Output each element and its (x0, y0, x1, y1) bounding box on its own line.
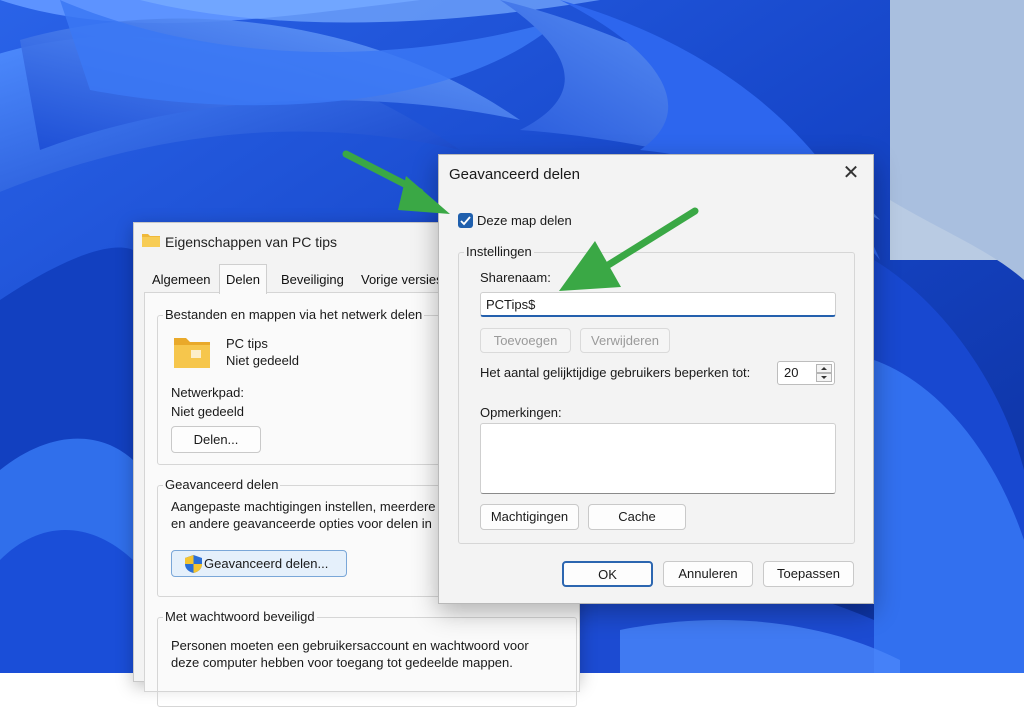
password-group-title: Met wachtwoord beveiligd (163, 609, 317, 624)
share-name-value: PCTips$ (486, 297, 536, 312)
apply-button[interactable]: Toepassen (763, 561, 854, 587)
ok-button[interactable]: OK (562, 561, 653, 587)
remove-button[interactable]: Verwijderen (580, 328, 670, 353)
spinner-arrows (816, 364, 832, 382)
network-path-label: Netwerkpad: (171, 385, 244, 400)
folder-icon (174, 338, 210, 368)
tab-vorige-versies[interactable]: Vorige versies (355, 267, 449, 293)
settings-group-title: Instellingen (464, 244, 534, 259)
network-path-value: Niet gedeeld (171, 404, 244, 419)
share-folder-checkbox[interactable] (458, 213, 473, 228)
add-button[interactable]: Toevoegen (480, 328, 571, 353)
folder-icon (142, 234, 160, 247)
checkmark-icon (460, 216, 471, 226)
cache-button[interactable]: Cache (588, 504, 686, 530)
comments-textarea[interactable] (480, 423, 836, 494)
advanced-description-line2: en andere geavanceerde opties voor delen… (171, 516, 432, 531)
user-limit-label: Het aantal gelijktijdige gebruikers bepe… (480, 365, 751, 380)
advanced-description-line1: Aangepaste machtigingen instellen, meerd… (171, 499, 436, 514)
password-protection-group: Met wachtwoord beveiligd Personen moeten… (157, 609, 577, 707)
folder-status: Niet gedeeld (226, 353, 299, 368)
user-limit-value: 20 (784, 365, 799, 380)
advanced-sharing-button[interactable]: Geavanceerd delen... (171, 550, 347, 577)
folder-name: PC tips (226, 336, 268, 351)
password-description-line2: deze computer hebben voor toegang tot ge… (171, 655, 513, 670)
tab-algemeen[interactable]: Algemeen (146, 267, 217, 293)
annotation-arrow-checkbox (342, 150, 450, 214)
network-sharing-group-title: Bestanden en mappen via het netwerk dele… (163, 307, 425, 322)
properties-title: Eigenschappen van PC tips (165, 234, 337, 250)
shield-icon (185, 555, 202, 573)
password-description-line1: Personen moeten een gebruikersaccount en… (171, 638, 529, 653)
advanced-sharing-button-label: Geavanceerd delen... (204, 556, 329, 571)
user-limit-spinner[interactable]: 20 (777, 361, 835, 385)
advanced-sharing-group-title: Geavanceerd delen (163, 477, 281, 492)
tab-beveiliging[interactable]: Beveiliging (275, 267, 350, 293)
comments-label: Opmerkingen: (480, 405, 562, 420)
share-button[interactable]: Delen... (171, 426, 261, 453)
cancel-button[interactable]: Annuleren (663, 561, 753, 587)
annotation-arrow-sharename (559, 207, 699, 291)
dialog-title: Geavanceerd delen (449, 166, 580, 183)
close-icon[interactable]: ✕ (841, 163, 861, 183)
share-name-label: Sharenaam: (480, 270, 551, 285)
permissions-button[interactable]: Machtigingen (480, 504, 579, 530)
tab-delen[interactable]: Delen (219, 264, 267, 294)
